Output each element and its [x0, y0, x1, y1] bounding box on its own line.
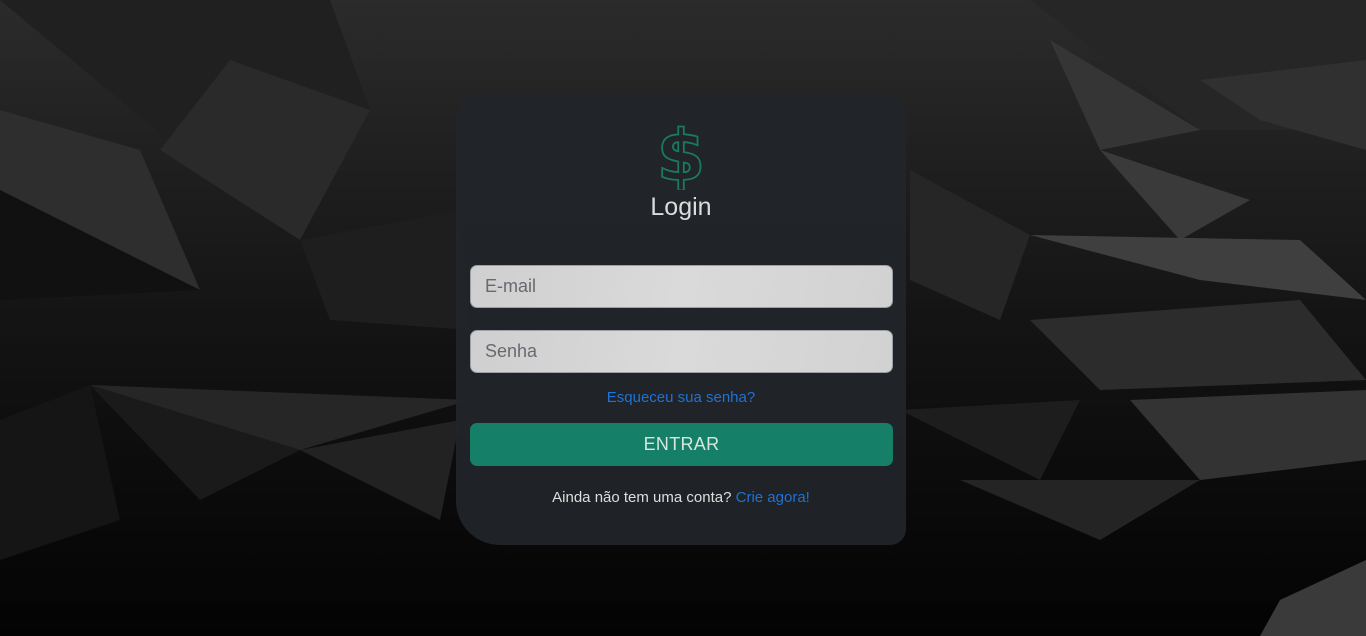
- password-input[interactable]: [470, 330, 893, 373]
- forgot-password-link[interactable]: Esqueceu sua senha?: [456, 389, 906, 407]
- signup-link[interactable]: Crie agora!: [736, 489, 810, 506]
- signup-prompt: Ainda não tem uma conta?: [552, 489, 732, 506]
- login-card: $ Login Esqueceu sua senha? ENTRAR Ainda…: [456, 94, 906, 545]
- signup-row: Ainda não tem uma conta? Crie agora!: [456, 489, 906, 507]
- email-input[interactable]: [470, 265, 893, 308]
- svg-text:$: $: [657, 116, 705, 190]
- login-button[interactable]: ENTRAR: [470, 423, 893, 466]
- login-title: Login: [650, 193, 712, 221]
- dollar-sign-icon: $: [657, 116, 705, 190]
